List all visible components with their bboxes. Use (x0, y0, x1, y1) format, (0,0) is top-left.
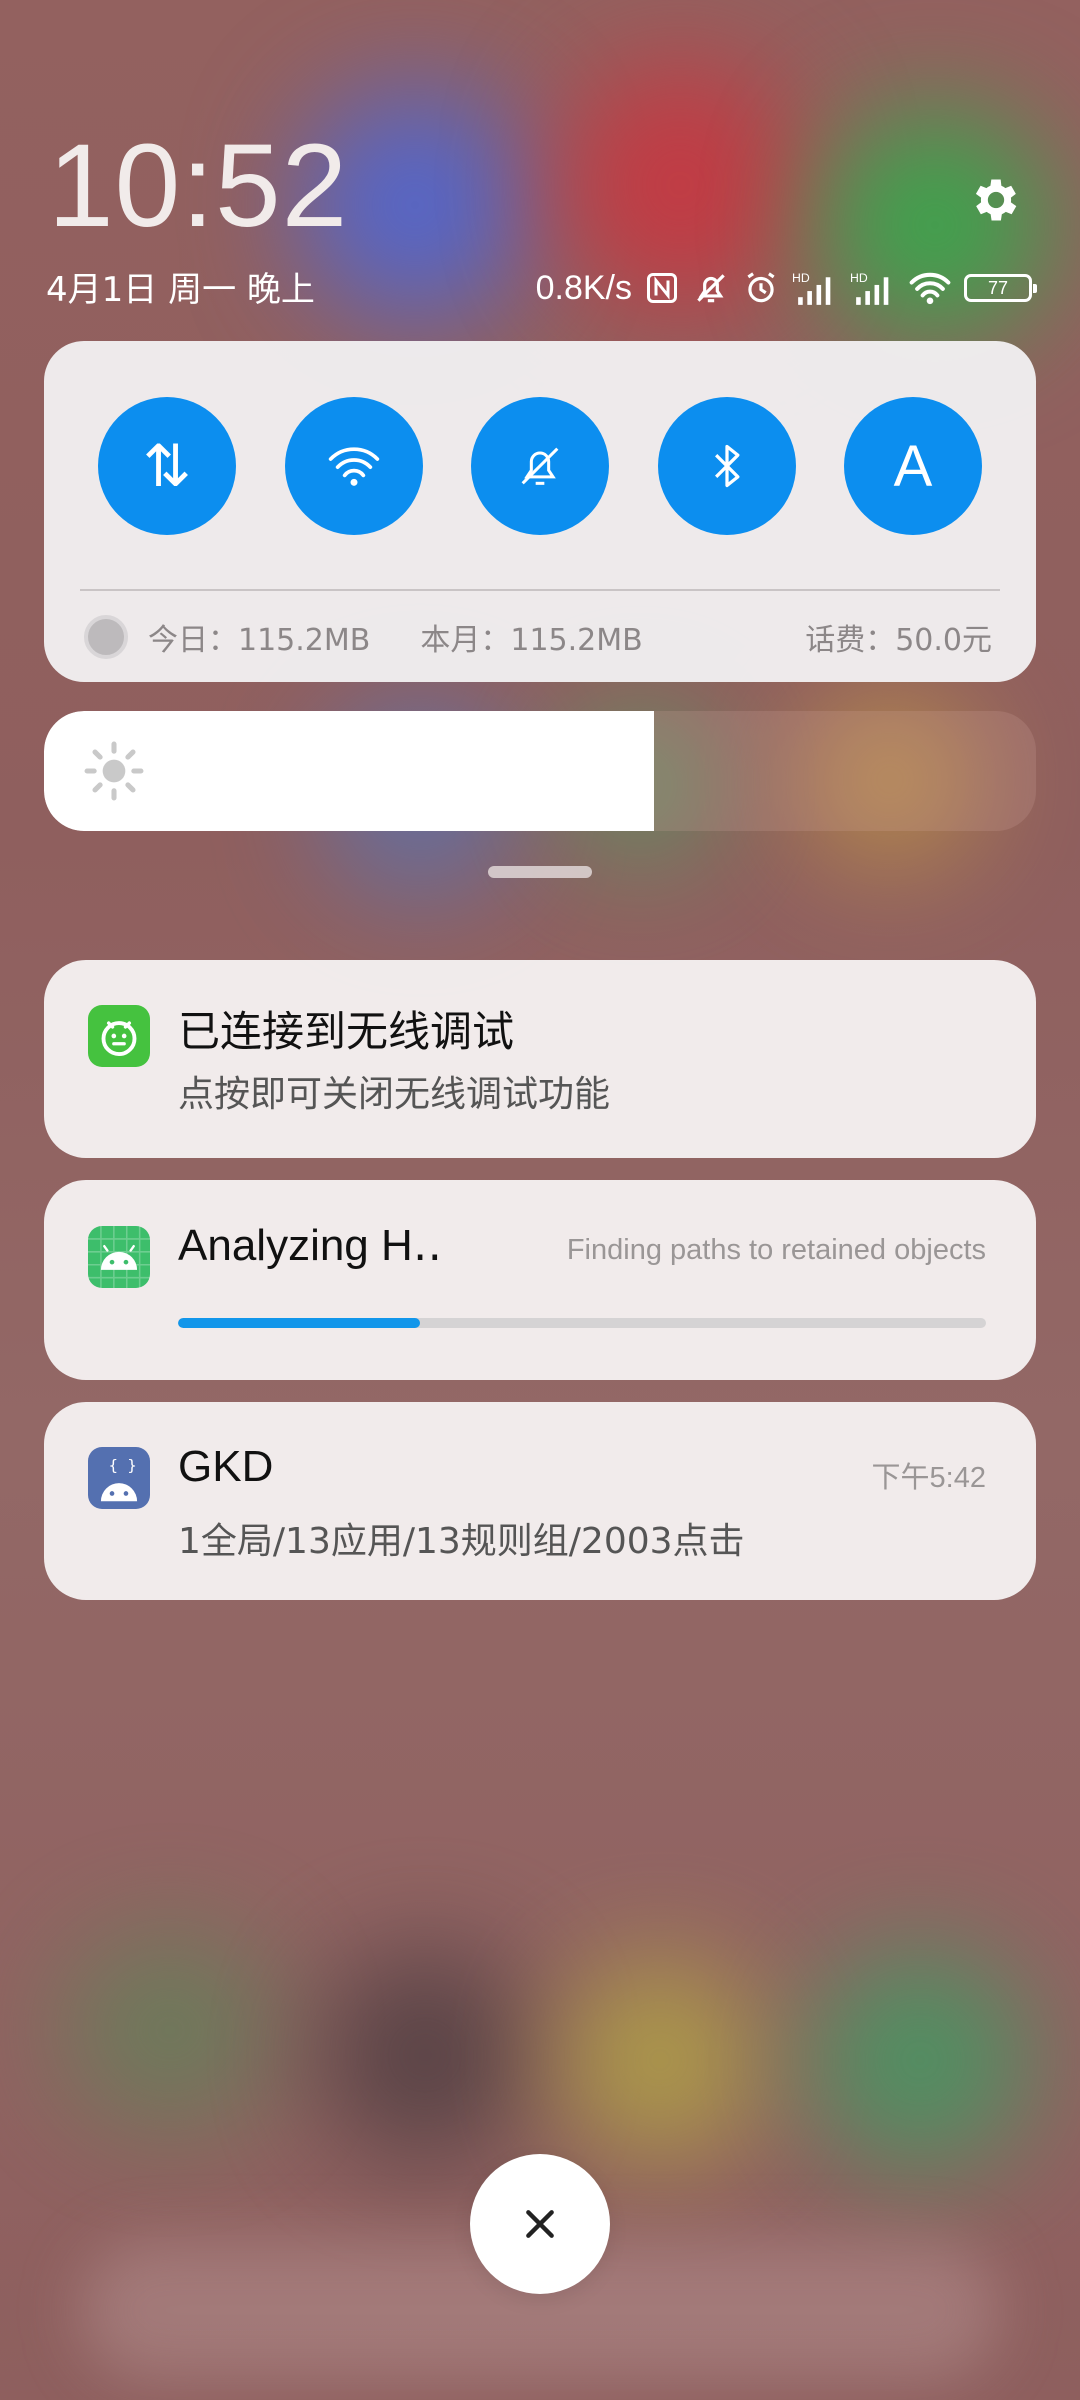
notification-time: 下午5:42 (871, 1462, 986, 1494)
nfc-icon (644, 270, 680, 306)
alarm-icon (742, 269, 780, 307)
close-icon (526, 2210, 554, 2238)
android-icon (88, 1226, 150, 1288)
notification-body: 1全局/13应用/13规则组/2003点击 (178, 1521, 745, 1562)
wifi-icon (908, 269, 952, 307)
status-icons: 0.8K/s HD HD 77 (535, 264, 1037, 312)
divider (80, 589, 1000, 591)
mute-bell-icon (521, 447, 559, 485)
svg-text:{ }: { } (109, 1456, 137, 1474)
notification-body: 点按即可关闭无线调试功能 (178, 1074, 611, 1115)
notification-wireless-debugging[interactable]: 已连接到无线调试 点按即可关闭无线调试功能 (44, 960, 1036, 1158)
toggle-mute[interactable] (471, 397, 609, 535)
notification-analyzing[interactable]: Analyzing H‥ Finding paths to retained o… (44, 1180, 1036, 1380)
brightness-slider[interactable] (44, 711, 1036, 831)
svg-text:HD: HD (850, 271, 868, 285)
sun-icon (80, 737, 148, 805)
notification-title: GKD (178, 1442, 274, 1491)
wifi-icon (328, 447, 379, 486)
quick-toggles: ⇅ A (98, 397, 982, 537)
toggle-auto-brightness[interactable]: A (844, 397, 982, 535)
usage-today: 今日：115.2MB (148, 623, 371, 658)
drag-handle[interactable] (488, 866, 592, 878)
toggle-mobile-data[interactable]: ⇅ (98, 397, 236, 535)
signal-hd-icon: HD (850, 269, 896, 307)
sim-icon (84, 615, 128, 659)
notification-gkd[interactable]: { } GKD 下午5:42 1全局/13应用/13规则组/2003点击 (44, 1402, 1036, 1600)
clock[interactable]: 10:52 (48, 118, 348, 254)
letter-a-icon: A (893, 433, 933, 499)
mute-bell-icon (692, 269, 730, 307)
notification-status: Finding paths to retained objects (566, 1234, 986, 1266)
net-speed: 0.8K/s (535, 268, 632, 307)
data-arrows-icon: ⇅ (142, 434, 192, 499)
battery-icon: 77 (964, 274, 1037, 302)
bug-face-icon (88, 1005, 150, 1067)
gkd-android-icon: { } (88, 1447, 150, 1509)
signal-hd-icon: HD (792, 269, 838, 307)
progress-bar (178, 1318, 986, 1328)
notification-title: 已连接到无线调试 (178, 1007, 515, 1056)
usage-month: 本月：115.2MB (420, 623, 643, 658)
data-usage-row[interactable]: 今日：115.2MB 本月：115.2MB 话费：50.0元 (84, 613, 992, 661)
phone-balance: 话费：50.0元 (805, 623, 992, 658)
svg-text:HD: HD (792, 271, 810, 285)
toggle-wifi[interactable] (284, 397, 423, 535)
quick-settings-panel: ⇅ A 今日：115.2MB 本月：115.2MB 话费：50.0元 (44, 341, 1036, 682)
notification-title: Analyzing H‥ (178, 1221, 443, 1270)
bluetooth-icon (714, 444, 739, 488)
date-label[interactable]: 4月1日 周一 晚上 (46, 262, 315, 311)
clear-notifications-button[interactable] (470, 2154, 610, 2294)
progress-fill (178, 1318, 421, 1328)
gear-icon[interactable] (968, 172, 1024, 228)
toggle-bluetooth[interactable] (657, 397, 796, 535)
